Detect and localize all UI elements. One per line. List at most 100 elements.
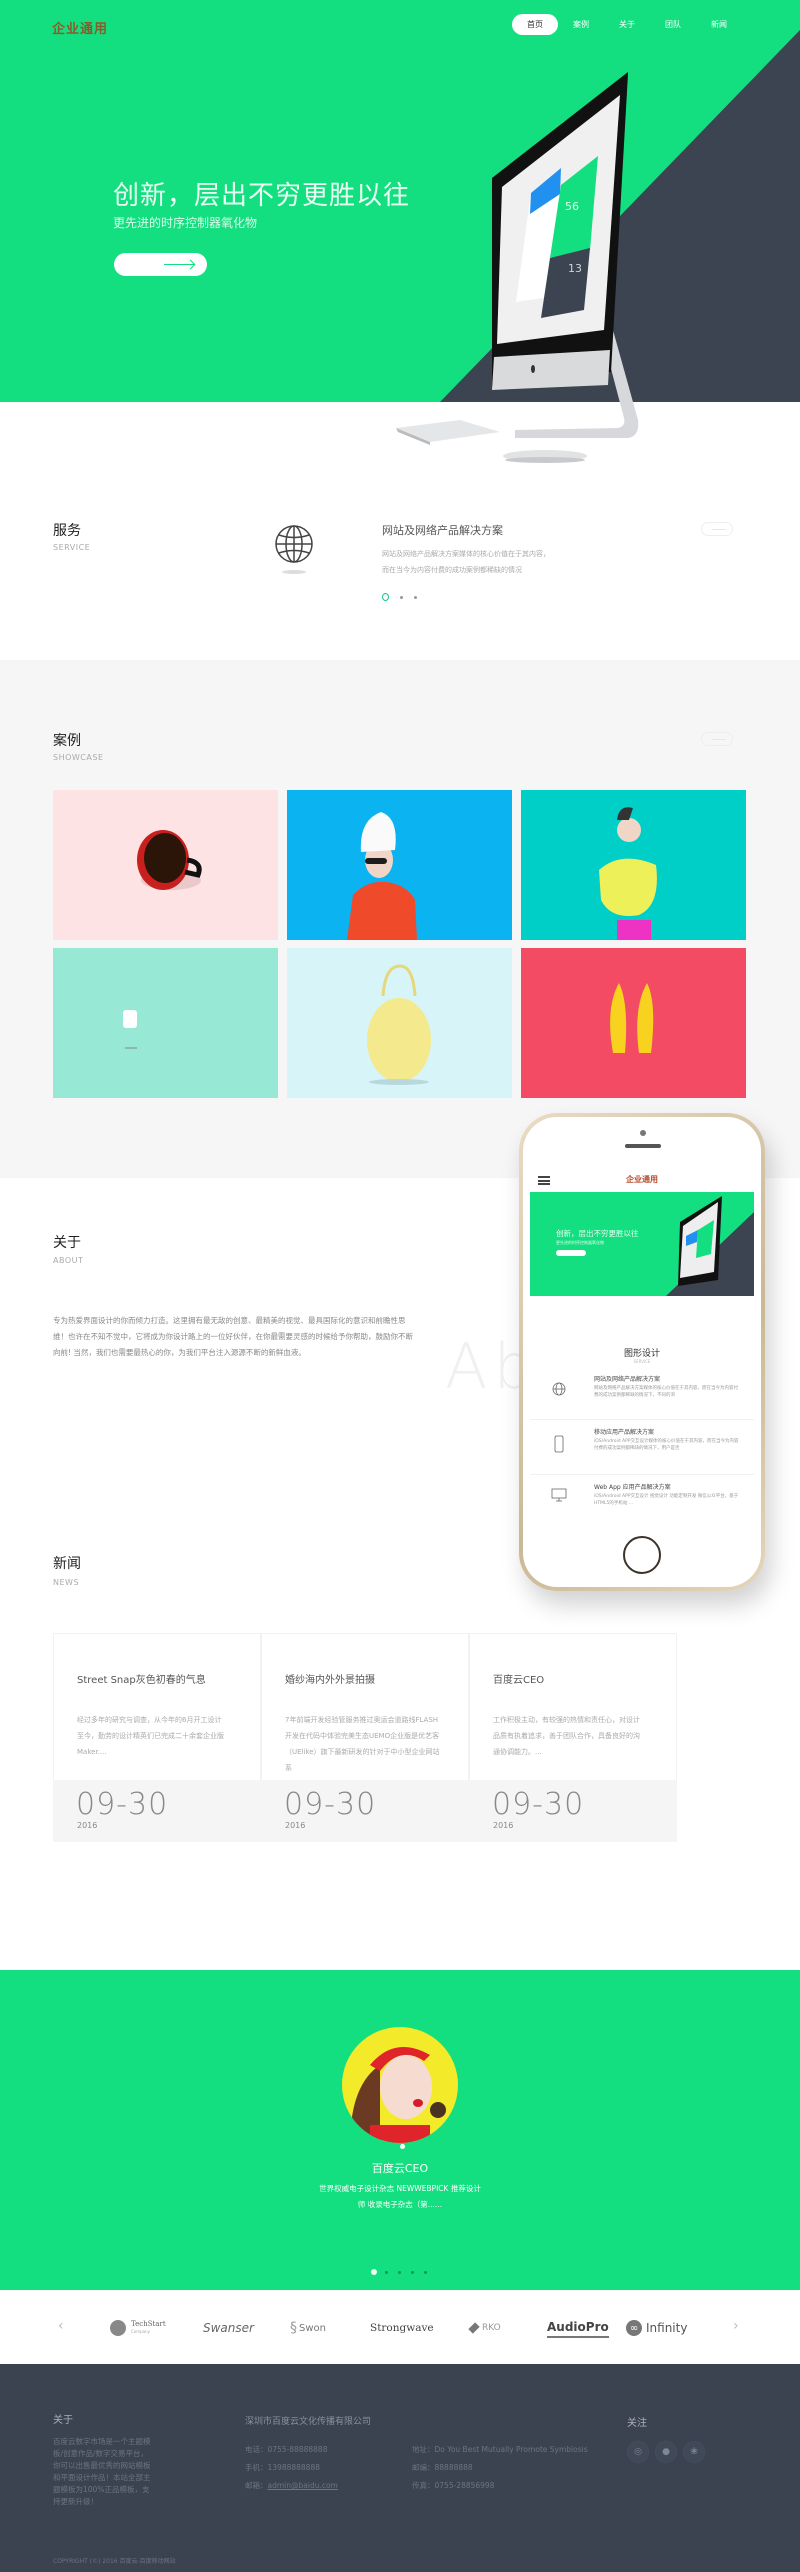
rko-logo-icon: [468, 2322, 480, 2334]
service-dot-2[interactable]: [400, 595, 403, 599]
showcase-more-button[interactable]: [701, 732, 733, 746]
phone-screen: 企业通用 创新，层出不穷更胜以往 更先进的时序控制器氧化物 图形设计 SERVI…: [530, 1168, 754, 1532]
weibo-icon[interactable]: ◎: [627, 2441, 649, 2463]
nav-team[interactable]: 团队: [650, 14, 696, 35]
case-item-woman-yellow[interactable]: [521, 790, 746, 940]
footer-follow-title: 关注: [627, 2418, 647, 2429]
case-item-yellow-flats[interactable]: [521, 948, 746, 1098]
testimonial-dot-1[interactable]: [371, 2269, 377, 2275]
phone-home-button[interactable]: [623, 1536, 661, 1574]
partner-logo-swanser[interactable]: Swanser: [203, 2318, 254, 2338]
phone-section-subtitle: SERVICE: [633, 1359, 651, 1364]
footer-phone: 电话：0755-88888888: [245, 2445, 328, 2454]
footer-about-title: 关于: [53, 2415, 73, 2426]
about-title: 关于: [53, 1235, 81, 1251]
hero-title: 创新，层出不穷更胜以往: [113, 181, 411, 211]
nav-news[interactable]: 新闻: [696, 14, 742, 35]
footer-mobile: 手机：13988888888: [245, 2463, 320, 2472]
testimonial-name: 百度云CEO: [371, 2162, 429, 2175]
service-subtitle: SERVICE: [53, 543, 91, 552]
case-item-coffee-cup[interactable]: [53, 790, 278, 940]
partner-name: Infinity: [646, 2321, 688, 2335]
testimonial-dot-3[interactable]: [398, 2270, 401, 2274]
white-object-image: [123, 1010, 137, 1049]
globe-icon: [275, 525, 313, 574]
hero-banner: 企业通用 首页 案例 关于 团队 新闻 创新，层出不穷更胜以往 更先进的时序控制…: [0, 0, 800, 402]
footer-email-link[interactable]: admin@baidu.com: [268, 2481, 338, 2490]
mobile-icon: [554, 1435, 564, 1453]
news-subtitle: NEWS: [53, 1578, 80, 1587]
footer-company-name: 深圳市百度云文化传播有限公司: [245, 2417, 372, 2427]
news-card-3[interactable]: [469, 1633, 677, 1783]
news-item-desc: 经过多年的研究与调查，从今年的6月开工设计至今，勤劳的设计精英们已完成二十余套企…: [77, 1716, 224, 1756]
phone-item-desc: iOS/Android APP交互设计 视觉设计 功能定制开发 微信公众平台，基…: [594, 1494, 739, 1506]
showcase-subtitle: SHOWCASE: [53, 753, 104, 762]
service-dot-1[interactable]: [382, 593, 389, 601]
partner-logo-rko[interactable]: RKO: [468, 2318, 501, 2338]
testimonial-pagination: [371, 2269, 427, 2275]
phone-hero-cta[interactable]: [556, 1250, 586, 1256]
phone-service-item-2[interactable]: 移动应用产品解决方案 iOS/Android APP交互设计媒体的核心价值在于其…: [530, 1421, 754, 1475]
nav-about[interactable]: 关于: [604, 14, 650, 35]
phone-speaker: [625, 1144, 661, 1148]
phone-item-title: 网站及网络产品解决方案: [594, 1376, 661, 1383]
chevron-left-icon[interactable]: ‹: [58, 2318, 64, 2334]
wechat-icon[interactable]: ❀: [683, 2441, 705, 2463]
partner-logo-techstart[interactable]: TechStart Company: [110, 2318, 166, 2338]
partner-logo-audiopro[interactable]: AudioPro: [547, 2318, 609, 2338]
woman-yellow-image: [599, 807, 657, 940]
news-card-1[interactable]: [53, 1633, 261, 1783]
footer: 关于 百度云数字市场是一个主题模板/创意作品/数字交易平台，你可以出售最优秀的网…: [0, 2364, 800, 2572]
partner-logo-swon[interactable]: § Swon: [290, 2318, 326, 2338]
nav-home[interactable]: 首页: [512, 14, 558, 35]
service-item-title: 网站及网络产品解决方案: [382, 524, 503, 537]
case-item-yellow-bag[interactable]: [287, 948, 512, 1098]
phone-item-title: Web App 应用产品解决方案: [594, 1484, 671, 1491]
yellow-flats-image: [610, 983, 654, 1053]
monitor-icon: [551, 1488, 567, 1502]
service-more-button[interactable]: [701, 522, 733, 536]
footer-copyright: COPYRIGHT (©) 2016 百度云-百度移动网站: [53, 2558, 176, 2565]
news-title: 新闻: [53, 1556, 81, 1572]
news-item-title[interactable]: 婚纱海内外外景拍摄: [285, 1671, 375, 1686]
qq-icon[interactable]: ●: [655, 2441, 677, 2463]
testimonial-quote-line1: 世界权威电子设计杂志 NEWWEBPICK 推荐设计: [319, 2184, 481, 2193]
showcase-section: 案例 SHOWCASE: [0, 660, 800, 1178]
swan-logo-icon: §: [290, 2320, 297, 2336]
footer-email-label: 邮箱：: [245, 2481, 268, 2490]
news-item-title[interactable]: 百度云CEO: [493, 1671, 544, 1686]
phone-item-desc: 网站及网络产品解决方案媒体的核心价值在于其内容，而在当今为内容付费的成功案例都稀…: [594, 1386, 738, 1398]
testimonial-dot-2[interactable]: [385, 2270, 388, 2274]
partner-logo-infinity[interactable]: ∞ Infinity: [626, 2318, 687, 2338]
case-item-woman-towel[interactable]: [287, 790, 512, 940]
phone-service-item-3[interactable]: Web App 应用产品解决方案 iOS/Android APP交互设计 视觉设…: [530, 1476, 754, 1532]
hero-cta-button[interactable]: [114, 253, 207, 276]
partner-name: Swon: [299, 2322, 326, 2334]
phone-service-item-1[interactable]: 网站及网络产品解决方案 网站及网络产品解决方案媒体的核心价值在于其内容，而在当今…: [530, 1368, 754, 1420]
logo[interactable]: 企业通用: [52, 18, 108, 37]
infinity-logo-icon: ∞: [626, 2320, 642, 2336]
nav-cases[interactable]: 案例: [558, 14, 604, 35]
footer-about-text: 百度云数字市场是一个主题模板/创意作品/数字交易平台，你可以出售最优秀的网站模板…: [53, 2437, 151, 2506]
chevron-right-icon[interactable]: ›: [733, 2318, 739, 2334]
footer-fax: 传真：0755-28856998: [412, 2481, 495, 2490]
news-item-date: 09-30: [76, 1787, 169, 1822]
woman-towel-image: [347, 812, 417, 940]
about-text: 专为热爱界面设计的你而倾力打造。这里拥有最无敌的创意、最精美的视觉、最具国际化的…: [53, 1316, 413, 1357]
phone-hero-subtitle: 更先进的时序控制器氧化物: [556, 1240, 604, 1245]
partner-name: TechStart: [131, 2320, 166, 2328]
service-dot-3[interactable]: [414, 595, 417, 599]
news-item-year: 2016: [285, 1821, 306, 1830]
phone-hero-title: 创新，层出不穷更胜以往: [556, 1229, 639, 1238]
testimonial-dot-4[interactable]: [411, 2270, 414, 2274]
techstart-logo-icon: [110, 2320, 126, 2336]
phone-hero: 创新，层出不穷更胜以往 更先进的时序控制器氧化物: [530, 1192, 754, 1296]
testimonial-quote-line2: 师 收录电子杂志（第......: [357, 2200, 443, 2209]
testimonial-dot-5[interactable]: [424, 2270, 427, 2274]
yellow-bag-image: [367, 964, 431, 1085]
case-item-white-object[interactable]: [53, 948, 278, 1098]
news-item-title[interactable]: Street Snap灰色初春的气息: [77, 1671, 206, 1686]
partner-logo-strongwave[interactable]: Strongwave: [370, 2318, 434, 2338]
news-item-year: 2016: [77, 1821, 98, 1830]
main-nav: 首页 案例 关于 团队 新闻: [512, 14, 742, 35]
